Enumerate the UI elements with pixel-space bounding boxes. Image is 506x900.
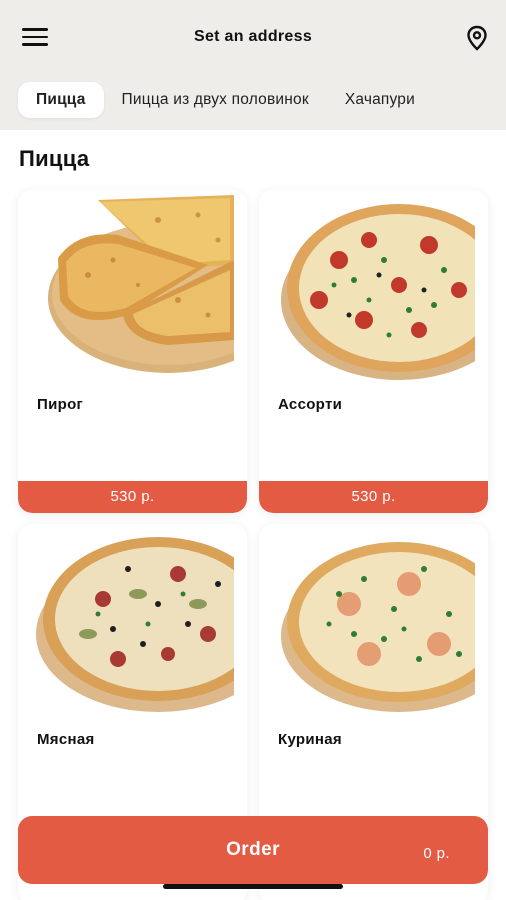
order-button[interactable]: Order 0 р. xyxy=(18,816,488,884)
order-label: Order xyxy=(226,839,280,860)
product-image xyxy=(18,524,234,714)
tab-pizza[interactable]: Пицца xyxy=(18,82,104,118)
product-name: Куриная xyxy=(278,731,342,748)
product-card-pirog[interactable]: Пирог 530 р. xyxy=(18,190,247,513)
order-total: 0 р. xyxy=(423,845,450,862)
set-address-button[interactable]: Set an address xyxy=(194,28,312,45)
top-bar: Set an address Пицца Пицца из двух полов… xyxy=(0,0,506,130)
tab-khachapuri[interactable]: Хачапури xyxy=(327,82,433,118)
section-title: Пицца xyxy=(19,146,90,171)
product-price[interactable]: 530 р. xyxy=(18,481,247,513)
map-pin-icon[interactable] xyxy=(466,25,488,51)
address-selector: Set an address xyxy=(0,28,506,46)
product-card-assorti[interactable]: Ассорти 530 р. xyxy=(259,190,488,513)
product-name: Пирог xyxy=(37,396,84,413)
tab-pizza-two-halves[interactable]: Пицца из двух половинок xyxy=(104,82,327,118)
category-tabs: Пицца Пицца из двух половинок Хачапури xyxy=(18,82,433,118)
product-image xyxy=(259,524,475,714)
product-image xyxy=(259,190,475,380)
product-name: Ассорти xyxy=(278,396,343,413)
home-indicator xyxy=(163,884,343,889)
product-name: Мясная xyxy=(37,731,95,748)
product-image xyxy=(18,190,234,380)
product-price[interactable]: 530 р. xyxy=(259,481,488,513)
